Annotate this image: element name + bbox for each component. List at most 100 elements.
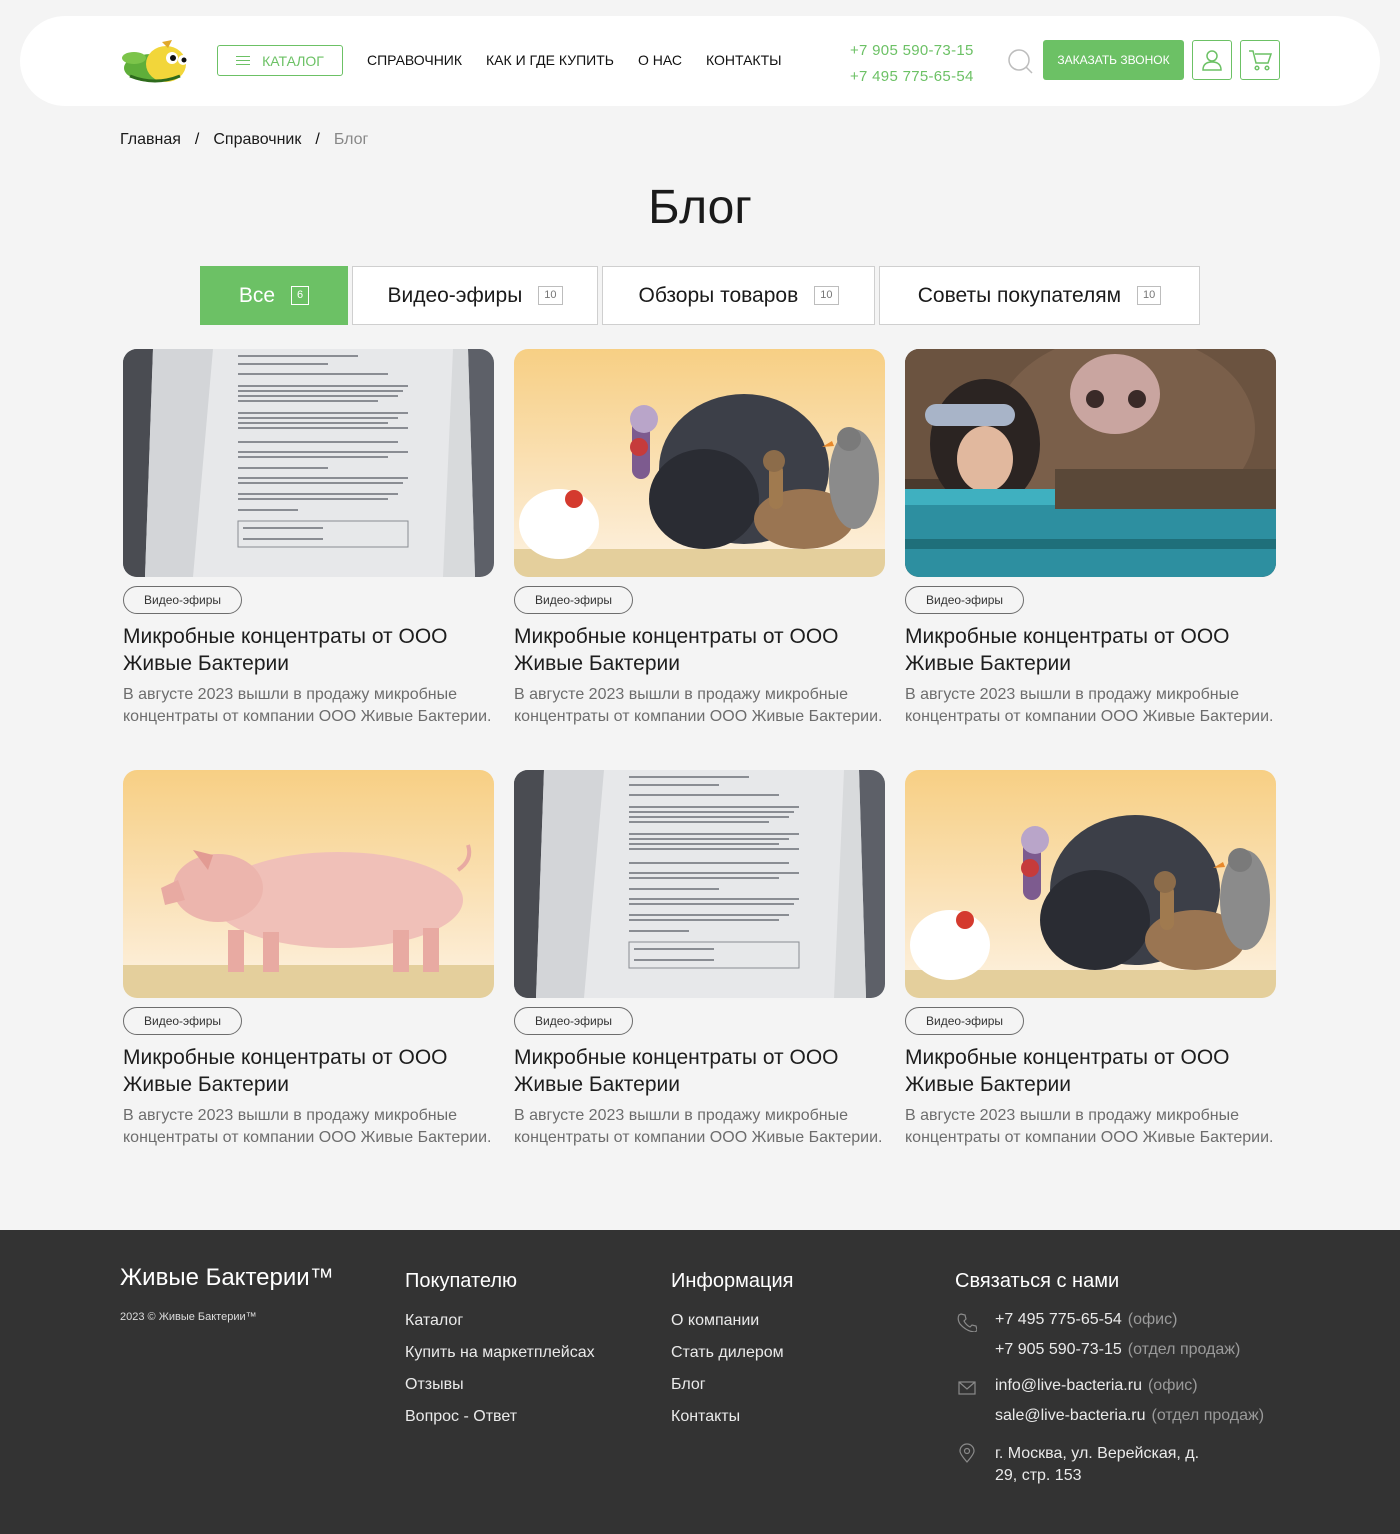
card-title[interactable]: Микробные концентраты от ООО Живые Бакте… — [123, 623, 494, 677]
tab-label: Все — [238, 283, 276, 307]
search-icon[interactable] — [1007, 48, 1033, 74]
tab-all[interactable]: Все 6 — [200, 266, 348, 325]
footer-address-line-2: 29, стр. 153 — [995, 1467, 1082, 1484]
card-title[interactable]: Микробные концентраты от ООО Живые Бакте… — [123, 1044, 494, 1098]
nav-contacts[interactable]: КОНТАКТЫ — [706, 52, 782, 68]
footer-copyright: 2023 © Живые Бактерии™ — [120, 1311, 257, 1323]
site-footer: Живые Бактерии™ 2023 © Живые Бактерии™ П… — [0, 1230, 1400, 1534]
footer-link-contacts[interactable]: Контакты — [671, 1408, 793, 1426]
footer-email-2[interactable]: sale@live-bacteria.ru — [995, 1407, 1146, 1424]
cart-button[interactable] — [1240, 40, 1280, 80]
breadcrumb-separator: / — [315, 131, 320, 148]
tab-reviews[interactable]: Обзоры товаров 10 — [602, 266, 875, 325]
blog-card[interactable]: Видео-эфиры Микробные концентраты от ООО… — [905, 349, 1276, 728]
footer-phone-2[interactable]: +7 905 590-73-15 — [995, 1341, 1122, 1358]
footer-brand: Живые Бактерии™ — [120, 1264, 334, 1291]
card-tag[interactable]: Видео-эфиры — [123, 586, 243, 614]
tab-label: Видео-эфиры — [387, 283, 523, 307]
footer-phone-2-row[interactable]: +7 905 590-73-15 (отдел продаж) — [995, 1341, 1240, 1359]
tab-count: 10 — [814, 286, 839, 305]
footer-email-1-row[interactable]: info@live-bacteria.ru (офис) — [995, 1377, 1198, 1395]
card-image-poultry[interactable] — [905, 770, 1276, 998]
tab-tips[interactable]: Советы покупателям 10 — [879, 266, 1200, 325]
header-phone-2[interactable]: +7 495 775-65-54 — [850, 64, 974, 90]
tab-count: 10 — [538, 286, 563, 305]
card-image-poultry[interactable] — [514, 349, 885, 577]
footer-email-2-note: (отдел продаж) — [1151, 1407, 1265, 1424]
footer-phone-2-note: (отдел продаж) — [1127, 1341, 1241, 1358]
footer-link-catalog[interactable]: Каталог — [405, 1312, 595, 1330]
footer-email-1-note: (офис) — [1147, 1377, 1198, 1394]
phone-icon — [957, 1313, 977, 1332]
blog-card[interactable]: Видео-эфиры Микробные концентраты от ООО… — [514, 349, 885, 728]
card-tag[interactable]: Видео-эфиры — [905, 586, 1025, 614]
user-icon — [1202, 50, 1222, 71]
card-title[interactable]: Микробные концентраты от ООО Живые Бакте… — [514, 1044, 885, 1098]
site-header: КАТАЛОГ СПРАВОЧНИК КАК И ГДЕ КУПИТЬ О НА… — [20, 16, 1380, 106]
mail-icon — [958, 1381, 976, 1395]
blog-card[interactable]: Видео-эфиры Микробные концентраты от ООО… — [123, 349, 494, 728]
card-image-package[interactable] — [514, 770, 885, 998]
footer-contact-title: Связаться с нами — [955, 1270, 1120, 1292]
card-tag[interactable]: Видео-эфиры — [905, 1007, 1025, 1035]
logo[interactable] — [122, 36, 198, 86]
card-tag[interactable]: Видео-эфиры — [514, 586, 634, 614]
footer-email-2-row[interactable]: sale@live-bacteria.ru (отдел продаж) — [995, 1407, 1264, 1425]
cart-icon — [1249, 50, 1272, 71]
account-button[interactable] — [1192, 40, 1232, 80]
card-title[interactable]: Микробные концентраты от ООО Живые Бакте… — [905, 623, 1276, 677]
breadcrumb-separator: / — [194, 131, 200, 148]
tab-count: 10 — [1137, 286, 1162, 305]
card-image-pig[interactable] — [123, 770, 494, 998]
order-call-button[interactable]: ЗАКАЗАТЬ ЗВОНОК — [1043, 40, 1184, 80]
footer-link-marketplaces[interactable]: Купить на маркетплейсах — [405, 1344, 595, 1362]
footer-address-line-1: г. Москва, ул. Верейская, д. — [995, 1445, 1200, 1462]
blog-card[interactable]: Видео-эфиры Микробные концентраты от ООО… — [905, 770, 1276, 1149]
header-phones: +7 905 590-73-15 +7 495 775-65-54 — [850, 38, 974, 90]
catalog-label: КАТАЛОГ — [262, 52, 324, 69]
footer-phone-1[interactable]: +7 495 775-65-54 — [995, 1311, 1122, 1328]
footer-link-reviews[interactable]: Отзывы — [405, 1376, 595, 1394]
breadcrumb: Главная / Справочник / Блог — [120, 131, 368, 149]
blog-card[interactable]: Видео-эфиры Микробные концентраты от ООО… — [514, 770, 885, 1149]
footer-phone-1-note: (офис) — [1127, 1311, 1178, 1328]
card-image-cow[interactable] — [905, 349, 1276, 577]
card-image-package[interactable] — [123, 349, 494, 577]
card-description: В августе 2023 вышли в продажу микробные… — [123, 1107, 492, 1146]
card-description: В августе 2023 вышли в продажу микробные… — [905, 1107, 1274, 1146]
breadcrumb-reference[interactable]: Справочник — [213, 131, 301, 149]
card-description: В августе 2023 вышли в продажу микробные… — [123, 686, 492, 725]
footer-link-faq[interactable]: Вопрос - Ответ — [405, 1408, 595, 1426]
breadcrumb-home[interactable]: Главная — [120, 131, 181, 149]
main-nav: СПРАВОЧНИК КАК И ГДЕ КУПИТЬ О НАС КОНТАК… — [367, 52, 782, 68]
card-description: В августе 2023 вышли в продажу микробные… — [514, 686, 883, 725]
header-phone-1[interactable]: +7 905 590-73-15 — [850, 38, 974, 64]
footer-phone-1-row[interactable]: +7 495 775-65-54 (офис) — [995, 1311, 1177, 1329]
tab-video[interactable]: Видео-эфиры 10 — [352, 266, 598, 325]
footer-buyer-column: Покупателю Каталог Купить на маркетплейс… — [405, 1270, 595, 1440]
footer-email-1[interactable]: info@live-bacteria.ru — [995, 1377, 1142, 1394]
nav-reference[interactable]: СПРАВОЧНИК — [367, 52, 462, 68]
nav-about[interactable]: О НАС — [638, 52, 682, 68]
catalog-button[interactable]: КАТАЛОГ — [217, 45, 343, 76]
card-tag[interactable]: Видео-эфиры — [123, 1007, 243, 1035]
page-title: Блог — [648, 181, 752, 234]
nav-how-to-buy[interactable]: КАК И ГДЕ КУПИТЬ — [486, 52, 614, 68]
blog-card[interactable]: Видео-эфиры Микробные концентраты от ООО… — [123, 770, 494, 1149]
footer-link-about[interactable]: О компании — [671, 1312, 793, 1330]
card-title[interactable]: Микробные концентраты от ООО Живые Бакте… — [514, 623, 885, 677]
footer-info-column: Информация О компании Стать дилером Блог… — [671, 1270, 793, 1440]
footer-address: г. Москва, ул. Верейская, д. 29, стр. 15… — [995, 1443, 1199, 1487]
tab-label: Обзоры товаров — [638, 283, 799, 307]
footer-link-blog[interactable]: Блог — [671, 1376, 793, 1394]
footer-contact-column: Связаться с нами — [955, 1270, 1119, 1312]
footer-link-dealer[interactable]: Стать дилером — [671, 1344, 793, 1362]
footer-info-title: Информация — [671, 1270, 794, 1292]
card-tag[interactable]: Видео-эфиры — [514, 1007, 634, 1035]
location-pin-icon — [959, 1443, 975, 1463]
category-tabs: Все 6 Видео-эфиры 10 Обзоры товаров 10 С… — [200, 266, 1200, 325]
tab-label: Советы покупателям — [917, 283, 1122, 307]
menu-icon — [236, 56, 251, 65]
card-title[interactable]: Микробные концентраты от ООО Живые Бакте… — [905, 1044, 1276, 1098]
breadcrumb-current: Блог — [333, 131, 369, 148]
